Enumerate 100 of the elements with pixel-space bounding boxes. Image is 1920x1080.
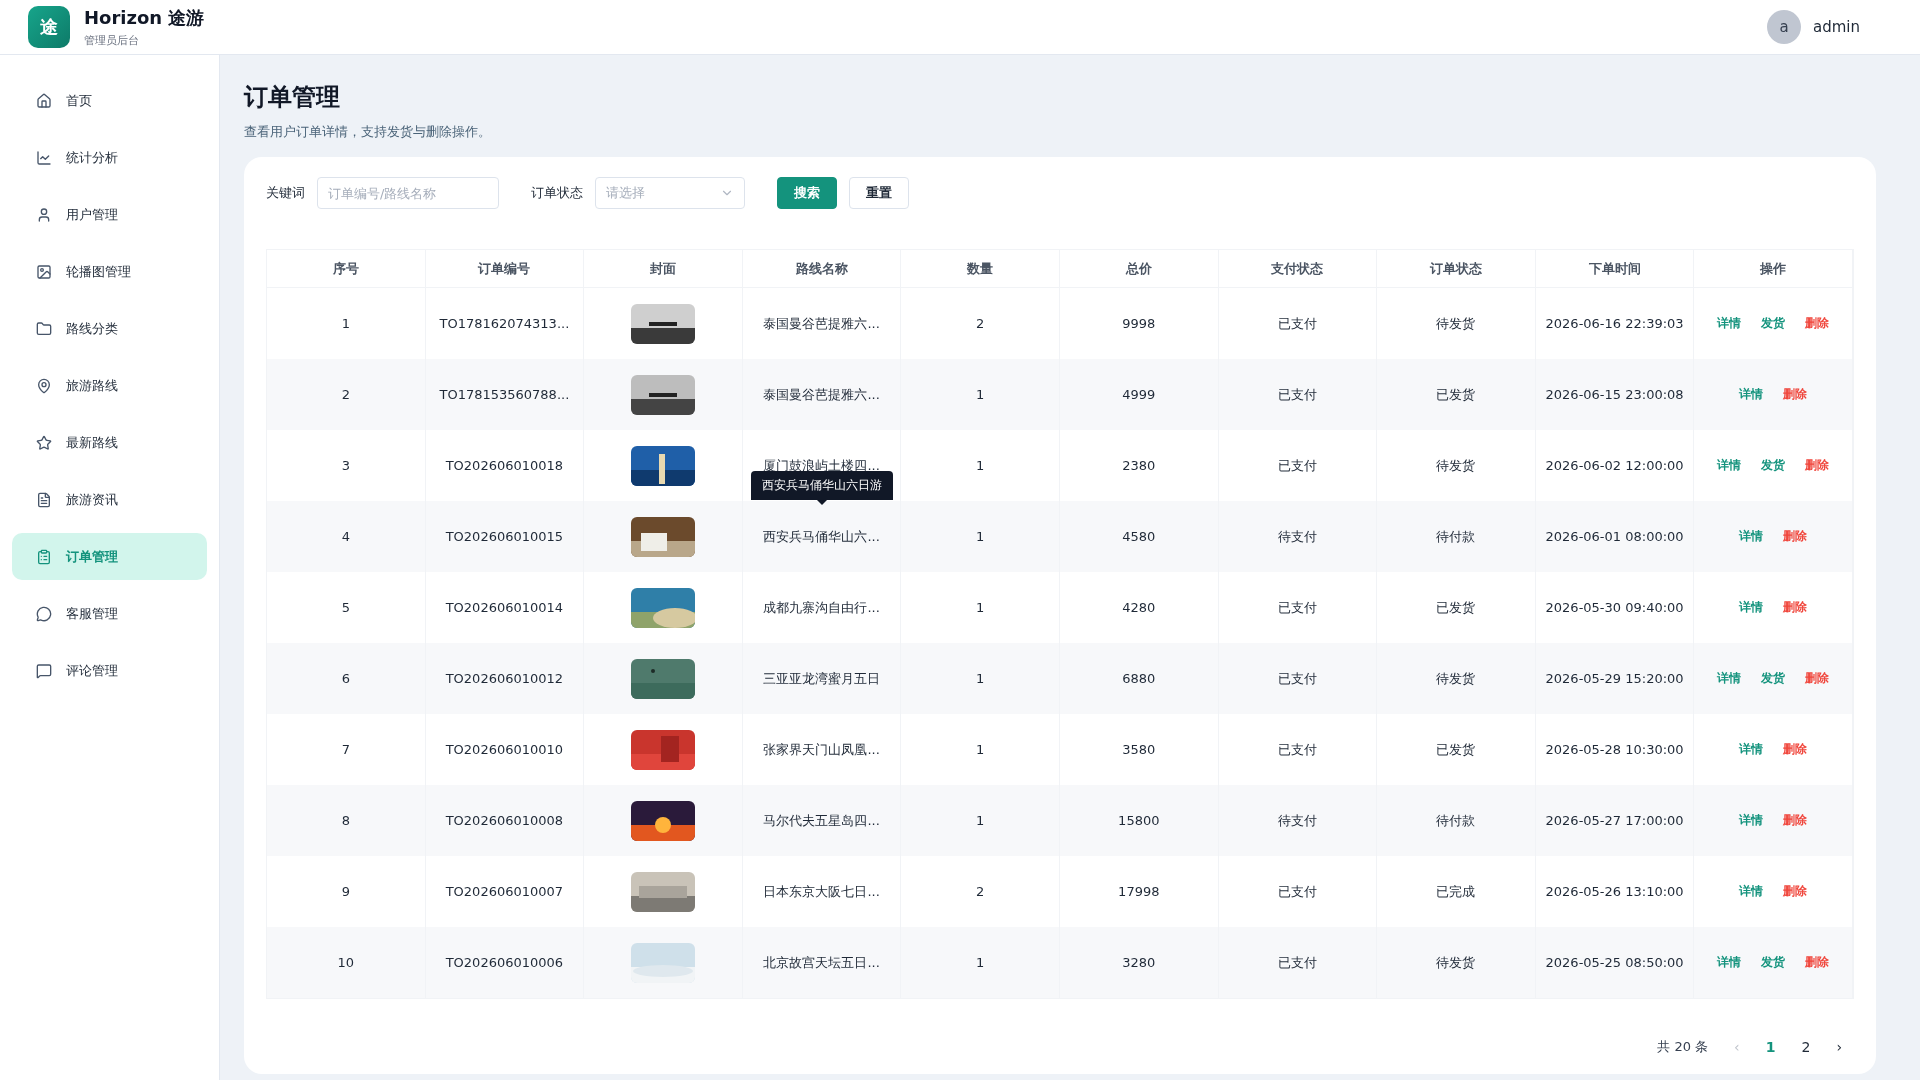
user-name[interactable]: admin <box>1813 18 1860 36</box>
sidebar-item[interactable]: 路线分类 <box>12 305 207 352</box>
image-icon <box>36 263 52 280</box>
row-number: 2 <box>341 387 350 402</box>
order-time: 2026-05-29 15:20:00 <box>1545 671 1684 686</box>
order-number: TO202606010018 <box>445 458 564 473</box>
home-icon <box>36 92 52 109</box>
payment-status: 待支付 <box>1277 527 1317 546</box>
status-select[interactable]: 请选择 <box>595 177 745 209</box>
quantity: 1 <box>976 955 985 970</box>
clipboard-icon <box>36 548 52 565</box>
delete-link[interactable]: 删除 <box>1783 386 1808 403</box>
sidebar-item[interactable]: 评论管理 <box>12 647 207 694</box>
detail-link[interactable]: 详情 <box>1739 812 1764 829</box>
logo: 途 <box>28 6 70 48</box>
delete-link[interactable]: 删除 <box>1805 954 1830 971</box>
detail-link[interactable]: 详情 <box>1739 528 1764 545</box>
order-time: 2026-05-28 10:30:00 <box>1545 742 1684 757</box>
reset-button[interactable]: 重置 <box>849 177 909 209</box>
search-button[interactable]: 搜索 <box>777 177 837 209</box>
row-number: 8 <box>341 813 350 828</box>
ship-link[interactable]: 发货 <box>1761 954 1786 971</box>
sidebar-item[interactable]: 客服管理 <box>12 590 207 637</box>
sidebar-item[interactable]: 订单管理 <box>12 533 207 580</box>
sidebar-item[interactable]: 旅游路线 <box>12 362 207 409</box>
sidebar-label: 用户管理 <box>66 205 118 224</box>
detail-link[interactable]: 详情 <box>1717 670 1742 687</box>
quantity: 1 <box>976 742 985 757</box>
order-number: TO202606010006 <box>445 955 564 970</box>
avatar[interactable]: a <box>1767 10 1801 44</box>
detail-link[interactable]: 详情 <box>1739 883 1764 900</box>
delete-link[interactable]: 删除 <box>1783 599 1808 616</box>
delete-link[interactable]: 删除 <box>1805 315 1830 332</box>
sidebar-label: 客服管理 <box>66 604 118 623</box>
next-page[interactable]: › <box>1836 1039 1842 1055</box>
order-time: 2026-05-30 09:40:00 <box>1545 600 1684 615</box>
route-name: 日本东京大阪七日... <box>763 882 880 901</box>
ship-link[interactable]: 发货 <box>1761 315 1786 332</box>
total-price: 9998 <box>1122 316 1156 331</box>
delete-link[interactable]: 删除 <box>1783 741 1808 758</box>
payment-status: 已支付 <box>1277 953 1317 972</box>
total-price: 2380 <box>1122 458 1156 473</box>
route-name: 西安兵马俑华山六... <box>763 527 880 546</box>
order-number: TO202606010008 <box>445 813 564 828</box>
keyword-field[interactable]: 订单编号/路线名称 <box>317 177 499 209</box>
detail-link[interactable]: 详情 <box>1717 315 1742 332</box>
sidebar-item[interactable]: 用户管理 <box>12 191 207 238</box>
filter-label: 订单状态 <box>531 184 583 202</box>
sidebar-item[interactable]: 首页 <box>12 77 207 124</box>
quantity: 1 <box>976 813 985 828</box>
page-number[interactable]: 2 <box>1801 1039 1811 1055</box>
map-pin-icon <box>36 377 52 394</box>
order-time: 2026-05-27 17:00:00 <box>1545 813 1684 828</box>
quantity: 1 <box>976 387 985 402</box>
order-status: 待发货 <box>1436 456 1476 475</box>
sidebar-item[interactable]: 统计分析 <box>12 134 207 181</box>
page-number[interactable]: 1 <box>1765 1039 1776 1055</box>
total-price: 3280 <box>1122 955 1156 970</box>
row-number: 6 <box>341 671 350 686</box>
delete-link[interactable]: 删除 <box>1783 883 1808 900</box>
sidebar-label: 旅游资讯 <box>66 490 118 509</box>
payment-status: 已支付 <box>1277 598 1317 617</box>
detail-link[interactable]: 详情 <box>1739 599 1764 616</box>
star-icon <box>36 434 52 451</box>
detail-link[interactable]: 详情 <box>1717 954 1742 971</box>
payment-status: 已支付 <box>1277 385 1317 404</box>
order-number: TO202606010007 <box>445 884 564 899</box>
page-description: 查看用户订单详情，支持发货与删除操作。 <box>244 123 492 141</box>
route-name: 泰国曼谷芭提雅六... <box>763 385 880 404</box>
sidebar-item[interactable]: 轮播图管理 <box>12 248 207 295</box>
detail-link[interactable]: 详情 <box>1739 386 1764 403</box>
ship-link[interactable]: 发货 <box>1761 457 1786 474</box>
delete-link[interactable]: 删除 <box>1783 528 1808 545</box>
payment-status: 已支付 <box>1277 882 1317 901</box>
delete-link[interactable]: 删除 <box>1783 812 1808 829</box>
quantity: 1 <box>976 529 985 544</box>
ship-link[interactable]: 发货 <box>1761 670 1786 687</box>
delete-link[interactable]: 删除 <box>1805 457 1830 474</box>
user-icon <box>36 206 52 223</box>
total-price: 6880 <box>1122 671 1156 686</box>
sidebar-item[interactable]: 旅游资讯 <box>12 476 207 523</box>
quantity: 2 <box>976 884 985 899</box>
row-number: 9 <box>341 884 350 899</box>
payment-status: 已支付 <box>1277 669 1317 688</box>
order-status: 已发货 <box>1436 385 1476 404</box>
payment-status: 已支付 <box>1277 314 1317 333</box>
document-icon <box>36 491 52 508</box>
sidebar-label: 首页 <box>66 91 92 110</box>
total-price: 17998 <box>1118 884 1160 899</box>
chart-icon <box>36 149 52 166</box>
detail-link[interactable]: 详情 <box>1717 457 1742 474</box>
sidebar-label: 轮播图管理 <box>66 262 131 281</box>
order-number: TO178153560788... <box>439 387 570 402</box>
filter-label: 关键词 <box>266 184 305 202</box>
total-price: 15800 <box>1118 813 1160 828</box>
quantity: 1 <box>976 458 985 473</box>
sidebar-item[interactable]: 最新路线 <box>12 419 207 466</box>
detail-link[interactable]: 详情 <box>1739 741 1764 758</box>
order-status: 待发货 <box>1436 314 1476 333</box>
delete-link[interactable]: 删除 <box>1805 670 1830 687</box>
